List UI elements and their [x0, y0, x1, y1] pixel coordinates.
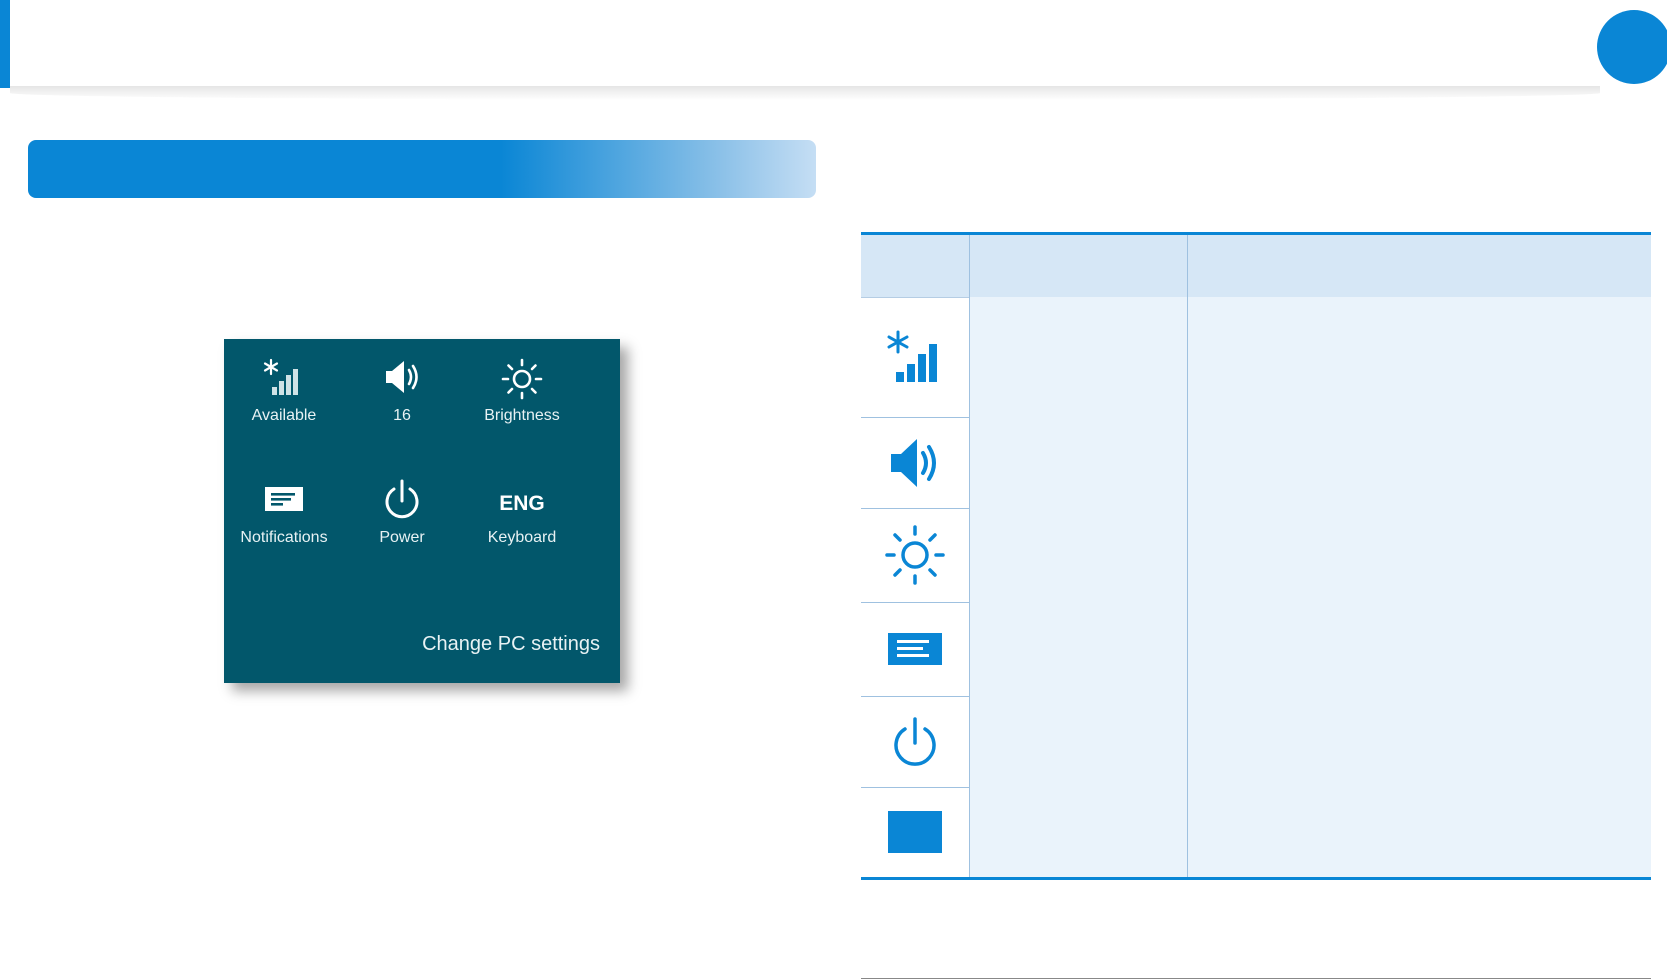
chapter-badge: [1597, 10, 1667, 84]
power-icon: [342, 479, 462, 529]
power-icon: [861, 696, 969, 787]
table-row: [861, 417, 1651, 509]
tile-label: Power: [379, 529, 425, 546]
change-pc-settings-link[interactable]: Change PC settings: [422, 633, 600, 656]
keyboard-icon: [861, 787, 969, 877]
tile-label: Keyboard: [487, 529, 557, 546]
network-signal-icon: [224, 357, 344, 407]
table-row: [861, 696, 1651, 788]
brightness-icon: [462, 357, 582, 407]
tile-label: 16: [393, 407, 411, 424]
table-header: [861, 235, 1651, 298]
notifications-icon: [224, 479, 344, 529]
table-row: [861, 602, 1651, 697]
tile-brightness[interactable]: Brightness: [462, 339, 582, 439]
network-signal-icon: [861, 297, 969, 417]
tile-network[interactable]: Available: [224, 339, 344, 439]
keyboard-icon: ENG: [462, 479, 582, 529]
column-divider: [969, 235, 970, 877]
table-bottom-rule: [861, 877, 1651, 880]
column-divider: [1187, 235, 1188, 877]
tile-keyboard[interactable]: ENG Keyboard: [462, 461, 582, 561]
table-row: [861, 297, 1651, 418]
page-bottom-rule: [861, 978, 1651, 979]
table-row: [861, 787, 1651, 877]
tile-notifications[interactable]: Notifications: [224, 461, 344, 561]
tile-power[interactable]: Power: [342, 461, 462, 561]
settings-charm-panel: Available 16 Brightness Notifications Po…: [224, 339, 620, 683]
header-accent-bar: [0, 0, 10, 88]
tile-volume[interactable]: 16: [342, 339, 462, 439]
header-divider: [10, 86, 1600, 100]
volume-icon: [342, 357, 462, 407]
tile-label: Available: [251, 407, 317, 424]
tile-label: Notifications: [240, 529, 328, 546]
section-title-bar: [28, 140, 816, 198]
keyboard-language-code: ENG: [499, 492, 545, 515]
tile-label: Brightness: [484, 407, 560, 424]
brightness-icon: [861, 508, 969, 602]
table-row: [861, 508, 1651, 603]
volume-icon: [861, 417, 969, 508]
notifications-icon: [861, 602, 969, 696]
